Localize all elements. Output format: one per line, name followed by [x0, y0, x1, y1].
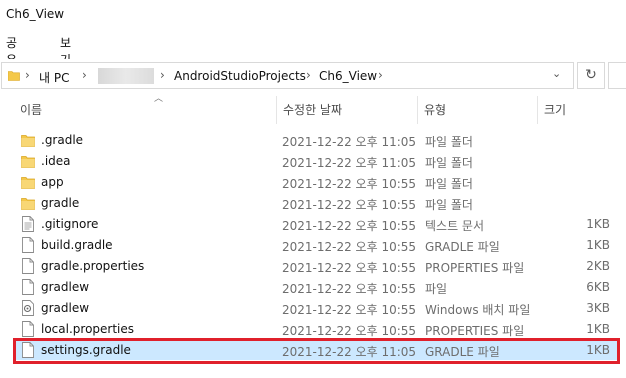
file-date: 2021-12-22 오후 10:55: [282, 219, 417, 233]
file-size: 1KB: [586, 238, 610, 252]
file-name: .gradle: [41, 133, 84, 147]
refresh-icon: ↻: [585, 67, 597, 83]
list-item-selected[interactable]: settings.gradle 2021-12-22 오후 11:05 GRADLE…: [14, 340, 618, 360]
list-item[interactable]: gradle.properties 2021-12-22 오후 10:55 PROP…: [14, 256, 618, 276]
file-name: gradlew: [41, 301, 90, 315]
file-type: 텍스트 문서: [425, 219, 485, 233]
address-row: › 내 PC › › AndroidStudioProjects › Ch6_V…: [0, 59, 626, 92]
file-icon: [21, 237, 35, 253]
file-date: 2021-12-22 오후 10:55: [282, 282, 417, 296]
list-item[interactable]: app 2021-12-22 오후 10:55 파일 폴더: [14, 172, 618, 192]
list-item[interactable]: local.properties 2021-12-22 오후 10:55 PROPE…: [14, 319, 618, 339]
folder-icon: [21, 195, 35, 211]
sort-up-icon: ︿: [154, 94, 164, 104]
folder-icon: [21, 174, 35, 190]
column-name-label: 이름: [20, 103, 43, 117]
column-size[interactable]: 크기: [538, 96, 618, 124]
file-type: PROPERTIES 파일: [425, 261, 525, 275]
folder-icon: [21, 153, 35, 169]
file-name: .idea: [41, 154, 71, 168]
file-name: gradle.properties: [41, 259, 145, 273]
file-type: 파일 폴더: [425, 156, 473, 170]
file-size: 1KB: [586, 322, 610, 336]
file-type: GRADLE 파일: [425, 240, 500, 254]
file-type: PROPERTIES 파일: [425, 324, 525, 338]
file-icon: [21, 279, 35, 295]
text-file-icon: [21, 216, 35, 232]
file-type: 파일: [425, 282, 448, 296]
file-date: 2021-12-22 오후 10:55: [282, 177, 417, 191]
file-date: 2021-12-22 오후 10:55: [282, 324, 417, 338]
column-type[interactable]: 유형: [418, 96, 538, 124]
folder-icon: [8, 71, 20, 81]
file-size: 1KB: [586, 217, 610, 231]
column-header: ︿ 이름 수정한 날짜 유형 크기: [0, 94, 626, 124]
file-date: 2021-12-22 오후 10:55: [282, 303, 417, 317]
file-date: 2021-12-22 오후 10:55: [282, 198, 417, 212]
file-type: 파일 폴더: [425, 177, 473, 191]
list-item[interactable]: .gradle 2021-12-22 오후 11:05 파일 폴더: [14, 130, 618, 150]
file-name: local.properties: [41, 322, 135, 336]
chevron-right-icon[interactable]: ›: [306, 68, 311, 82]
chevron-down-icon[interactable]: ⌄: [552, 67, 561, 80]
file-name: gradlew: [41, 280, 90, 294]
breadcrumb-this-pc[interactable]: 내 PC: [39, 69, 69, 86]
file-date: 2021-12-22 오후 10:55: [282, 261, 417, 275]
file-date: 2021-12-22 오후 10:55: [282, 240, 417, 254]
file-size: 3KB: [586, 301, 610, 315]
search-input[interactable]: [608, 62, 626, 89]
file-date: 2021-12-22 오후 11:05: [282, 156, 417, 170]
file-icon: [21, 321, 35, 337]
file-type: 파일 폴더: [425, 135, 473, 149]
list-item[interactable]: gradlew 2021-12-22 오후 10:55 파일 6KB: [14, 277, 618, 297]
list-item[interactable]: gradlew 2021-12-22 오후 10:55 Windows 배치 파일 3…: [14, 298, 618, 318]
list-item[interactable]: gradle 2021-12-22 오후 10:55 파일 폴더: [14, 193, 618, 213]
column-size-label: 크기: [544, 103, 567, 117]
file-date: 2021-12-22 오후 11:05: [282, 135, 417, 149]
file-type: 파일 폴더: [425, 198, 473, 212]
file-type: Windows 배치 파일: [425, 303, 531, 317]
chevron-right-icon[interactable]: ›: [25, 68, 30, 82]
file-name: app: [41, 175, 64, 189]
file-name: gradle: [41, 196, 80, 210]
column-name[interactable]: ︿ 이름: [14, 94, 277, 124]
column-type-label: 유형: [424, 103, 447, 117]
breadcrumb-projects[interactable]: AndroidStudioProjects: [174, 69, 306, 83]
folder-icon: [21, 132, 35, 148]
file-icon: [21, 258, 35, 274]
address-bar[interactable]: › 내 PC › › AndroidStudioProjects › Ch6_V…: [1, 62, 574, 89]
chevron-right-icon[interactable]: ›: [82, 68, 87, 82]
window-title: Ch6_View: [6, 7, 65, 21]
column-date[interactable]: 수정한 날짜: [277, 96, 418, 124]
file-name: .gitignore: [41, 217, 99, 231]
list-item[interactable]: .gitignore 2021-12-22 오후 10:55 텍스트 문서 1KB: [14, 214, 618, 234]
breadcrumb-current[interactable]: Ch6_View: [319, 69, 377, 83]
chevron-right-icon[interactable]: ›: [378, 68, 383, 82]
file-icon: [21, 342, 35, 358]
chevron-right-icon[interactable]: ›: [160, 68, 165, 82]
file-type: GRADLE 파일: [425, 345, 500, 359]
list-item[interactable]: build.gradle 2021-12-22 오후 10:55 GRADLE 파일…: [14, 235, 618, 255]
file-size: 2KB: [586, 259, 610, 273]
file-size: 1KB: [586, 343, 610, 357]
file-size: 6KB: [586, 280, 610, 294]
file-date: 2021-12-22 오후 11:05: [282, 345, 417, 359]
file-name: settings.gradle: [41, 343, 131, 357]
batch-file-icon: [21, 300, 35, 316]
file-name: build.gradle: [41, 238, 113, 252]
list-item[interactable]: .idea 2021-12-22 오후 11:05 파일 폴더: [14, 151, 618, 171]
column-date-label: 수정한 날짜: [283, 103, 343, 117]
blurred-segment: [98, 68, 154, 84]
refresh-button[interactable]: ↻: [577, 62, 605, 89]
